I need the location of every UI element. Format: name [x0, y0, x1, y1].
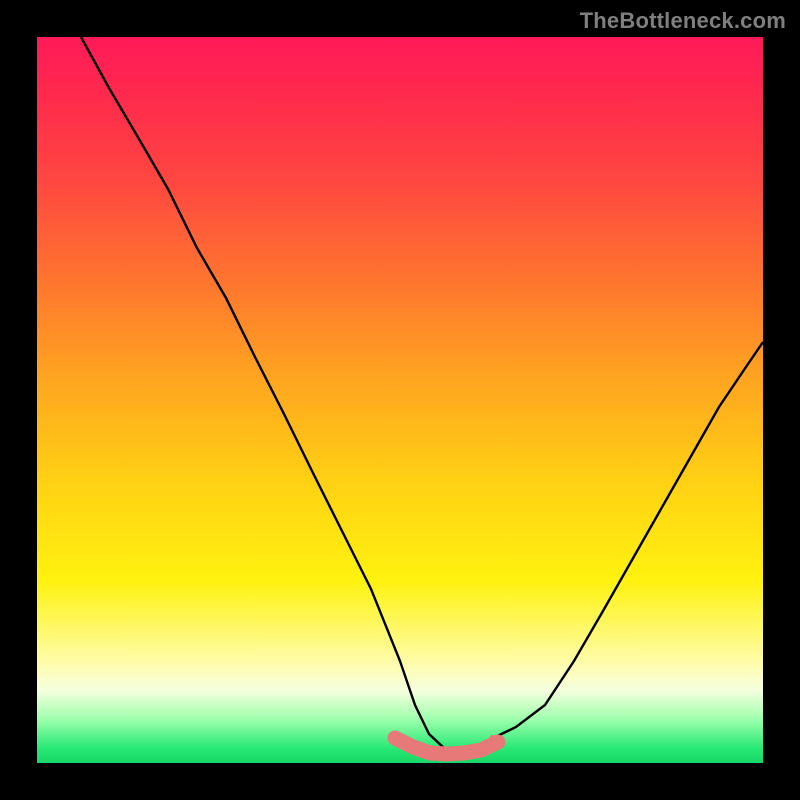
chart-frame: TheBottleneck.com	[0, 0, 800, 800]
optimal-band	[395, 738, 498, 754]
plot-area	[37, 37, 763, 763]
watermark-text: TheBottleneck.com	[580, 8, 786, 34]
bottleneck-curve	[81, 37, 763, 748]
chart-svg	[37, 37, 763, 763]
